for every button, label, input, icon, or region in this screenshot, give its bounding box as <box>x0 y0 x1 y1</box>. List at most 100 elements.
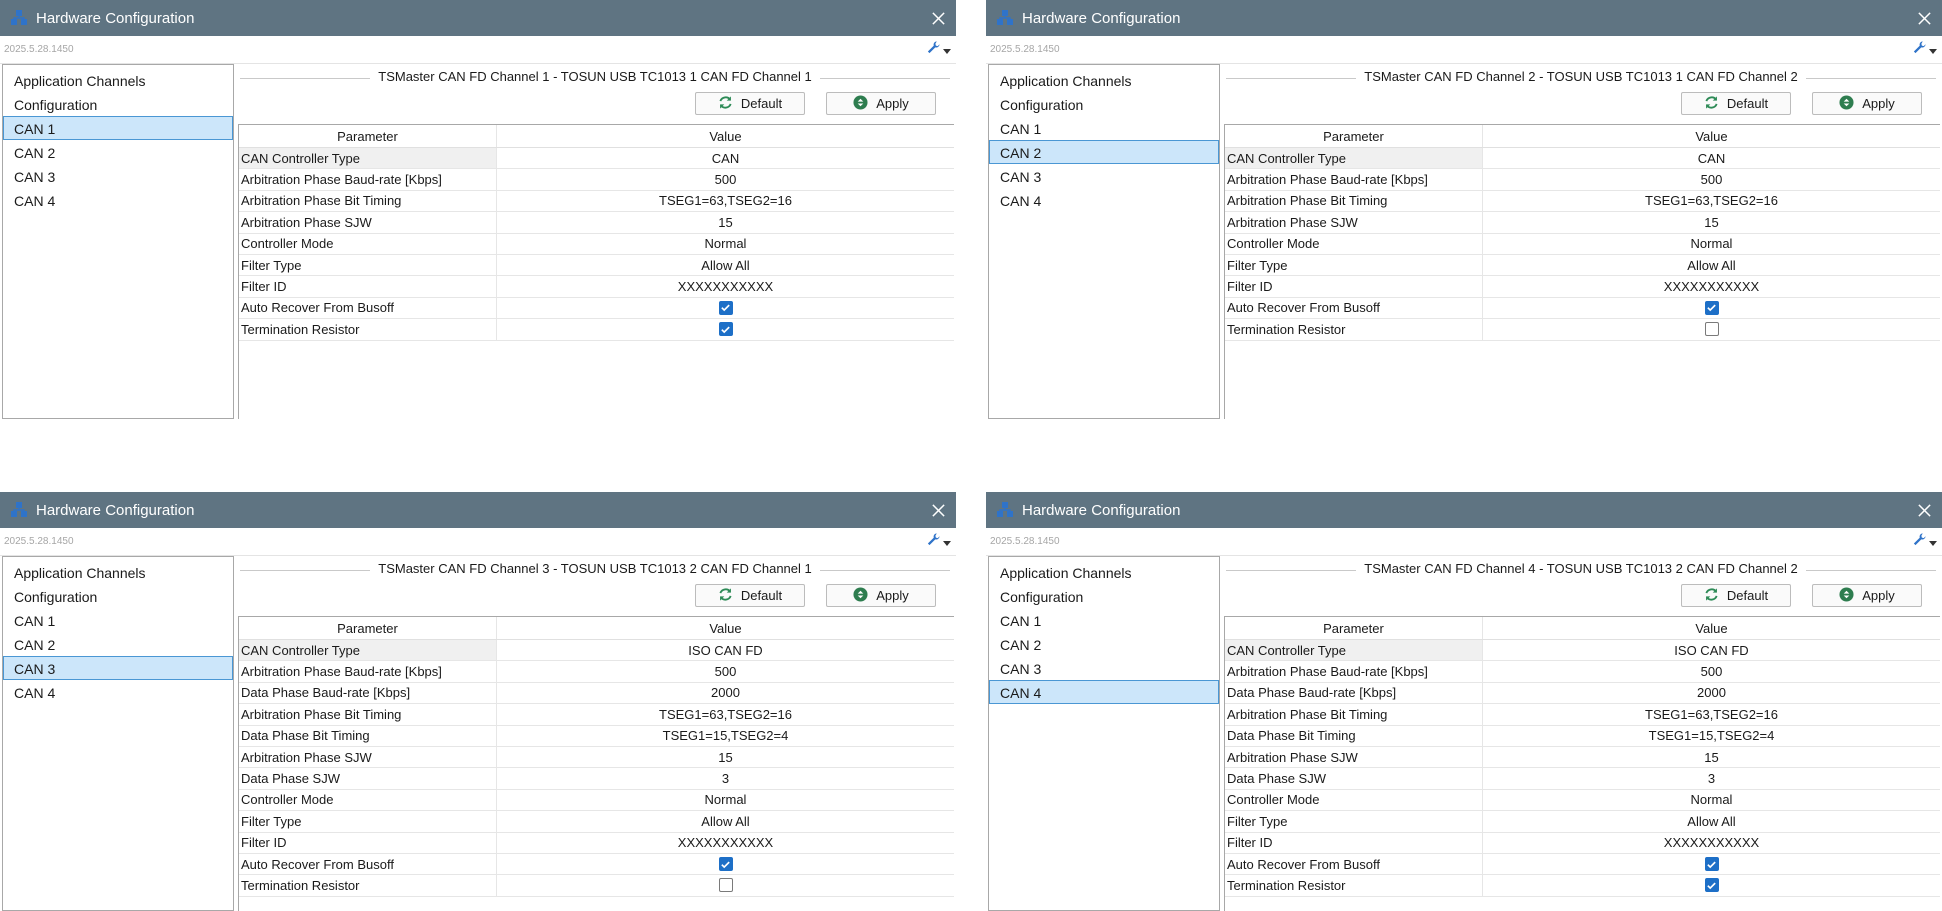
param-value[interactable]: 500 <box>497 661 954 681</box>
tree-item-can-4[interactable]: CAN 4 <box>989 188 1219 212</box>
tree-item-can-2[interactable]: CAN 2 <box>3 140 233 164</box>
param-value[interactable]: 2000 <box>497 683 954 703</box>
tree-item-application-channels[interactable]: Application Channels <box>3 68 233 92</box>
unchecked-checkbox[interactable] <box>718 878 733 893</box>
close-icon[interactable] <box>920 0 956 36</box>
param-value[interactable]: TSEG1=63,TSEG2=16 <box>497 704 954 724</box>
table-row[interactable]: Data Phase Baud-rate [Kbps] 2000 <box>1225 682 1940 705</box>
table-row[interactable]: Arbitration Phase SJW 15 <box>239 746 954 769</box>
tree-item-can-4[interactable]: CAN 4 <box>3 680 233 704</box>
tree-item-can-4[interactable]: CAN 4 <box>989 680 1219 704</box>
param-value[interactable] <box>1483 298 1940 318</box>
param-value[interactable]: XXXXXXXXXXX <box>1483 276 1940 296</box>
param-value[interactable]: Allow All <box>1483 255 1940 275</box>
checked-checkbox[interactable] <box>718 857 733 872</box>
param-value[interactable]: 3 <box>497 768 954 788</box>
param-value[interactable]: XXXXXXXXXXX <box>497 833 954 853</box>
parameter-grid[interactable]: Parameter Value CAN Controller Type CAN … <box>1224 124 1940 419</box>
close-icon[interactable] <box>1906 492 1942 528</box>
tree-item-can-3[interactable]: CAN 3 <box>3 164 233 188</box>
param-value[interactable]: TSEG1=63,TSEG2=16 <box>1483 191 1940 211</box>
param-value[interactable]: XXXXXXXXXXX <box>1483 833 1940 853</box>
table-row[interactable]: Filter ID XXXXXXXXXXX <box>1225 832 1940 854</box>
checked-checkbox[interactable] <box>718 322 733 337</box>
tree-item-can-2[interactable]: CAN 2 <box>989 140 1219 164</box>
tree-item-application-channels[interactable]: Application Channels <box>989 560 1219 584</box>
default-button[interactable]: Default <box>1681 584 1791 607</box>
table-row[interactable]: Filter ID XXXXXXXXXXX <box>239 832 954 854</box>
parameter-grid[interactable]: Parameter Value CAN Controller Type ISO … <box>1224 616 1940 911</box>
tree-item-can-3[interactable]: CAN 3 <box>3 656 233 680</box>
table-row[interactable]: Arbitration Phase SJW 15 <box>1225 746 1940 769</box>
table-row[interactable]: Arbitration Phase SJW 15 <box>1225 212 1940 234</box>
tree-item-configuration[interactable]: Configuration <box>3 92 233 116</box>
apply-button[interactable]: Apply <box>826 92 936 115</box>
param-value[interactable] <box>1483 854 1940 874</box>
tree-item-configuration[interactable]: Configuration <box>989 584 1219 608</box>
parameter-grid[interactable]: Parameter Value CAN Controller Type ISO … <box>238 616 954 911</box>
column-header-value[interactable]: Value <box>497 617 954 639</box>
param-value[interactable] <box>497 319 954 339</box>
tools-menu-button[interactable] <box>1906 530 1942 554</box>
checked-checkbox[interactable] <box>1704 300 1719 315</box>
apply-button[interactable]: Apply <box>826 584 936 607</box>
param-value[interactable]: Normal <box>1483 790 1940 810</box>
column-header-parameter[interactable]: Parameter <box>1225 617 1483 639</box>
table-row[interactable]: Arbitration Phase Baud-rate [Kbps] 500 <box>1225 169 1940 191</box>
column-header-parameter[interactable]: Parameter <box>239 617 497 639</box>
table-row[interactable]: CAN Controller Type CAN <box>239 148 954 170</box>
tree-item-can-1[interactable]: CAN 1 <box>3 608 233 632</box>
param-value[interactable]: Allow All <box>497 811 954 831</box>
param-value[interactable] <box>497 298 954 318</box>
table-row[interactable]: Arbitration Phase Baud-rate [Kbps] 500 <box>239 661 954 683</box>
tree-item-configuration[interactable]: Configuration <box>989 92 1219 116</box>
param-value[interactable]: Normal <box>497 790 954 810</box>
table-row[interactable]: CAN Controller Type ISO CAN FD <box>1225 640 1940 662</box>
table-row[interactable]: Filter ID XXXXXXXXXXX <box>239 276 954 298</box>
checked-checkbox[interactable] <box>1704 857 1719 872</box>
param-value[interactable]: Normal <box>497 234 954 254</box>
tree-item-can-2[interactable]: CAN 2 <box>989 632 1219 656</box>
tools-menu-button[interactable] <box>920 38 956 62</box>
tree-item-can-4[interactable]: CAN 4 <box>3 188 233 212</box>
table-row[interactable]: Arbitration Phase Bit Timing TSEG1=63,TS… <box>239 190 954 213</box>
param-value[interactable]: ISO CAN FD <box>1483 640 1940 660</box>
table-row[interactable]: Data Phase SJW 3 <box>239 768 954 790</box>
table-row[interactable]: CAN Controller Type ISO CAN FD <box>239 640 954 662</box>
tree-item-configuration[interactable]: Configuration <box>3 584 233 608</box>
default-button[interactable]: Default <box>695 584 805 607</box>
table-row[interactable]: Filter Type Allow All <box>239 254 954 277</box>
table-row[interactable]: Arbitration Phase Baud-rate [Kbps] 500 <box>239 169 954 191</box>
param-value[interactable]: TSEG1=63,TSEG2=16 <box>1483 704 1940 724</box>
tools-menu-button[interactable] <box>1906 38 1942 62</box>
tree-item-can-1[interactable]: CAN 1 <box>3 116 233 140</box>
param-value[interactable]: 3 <box>1483 768 1940 788</box>
checked-checkbox[interactable] <box>1704 878 1719 893</box>
tree-item-can-2[interactable]: CAN 2 <box>3 632 233 656</box>
table-row[interactable]: Termination Resistor <box>1225 319 1940 341</box>
default-button[interactable]: Default <box>695 92 805 115</box>
column-header-value[interactable]: Value <box>497 125 954 147</box>
column-header-value[interactable]: Value <box>1483 617 1940 639</box>
close-icon[interactable] <box>1906 0 1942 36</box>
table-row[interactable]: Arbitration Phase SJW 15 <box>239 212 954 234</box>
table-row[interactable]: Filter Type Allow All <box>239 811 954 833</box>
apply-button[interactable]: Apply <box>1812 92 1922 115</box>
table-row[interactable]: Auto Recover From Busoff <box>1225 853 1940 876</box>
parameter-grid[interactable]: Parameter Value CAN Controller Type CAN … <box>238 124 954 419</box>
channel-tree[interactable]: Application Channels Configuration CAN 1 CA… <box>988 556 1220 911</box>
channel-tree[interactable]: Application Channels Configuration CAN 1 CA… <box>2 64 234 419</box>
tree-item-application-channels[interactable]: Application Channels <box>989 68 1219 92</box>
table-row[interactable]: Controller Mode Normal <box>239 789 954 812</box>
table-row[interactable]: Arbitration Phase Bit Timing TSEG1=63,TS… <box>1225 704 1940 726</box>
apply-button[interactable]: Apply <box>1812 584 1922 607</box>
param-value[interactable]: 15 <box>1483 212 1940 232</box>
param-value[interactable] <box>497 875 954 895</box>
table-row[interactable]: Termination Resistor <box>239 319 954 341</box>
param-value[interactable]: Allow All <box>1483 811 1940 831</box>
table-row[interactable]: Data Phase Baud-rate [Kbps] 2000 <box>239 682 954 705</box>
param-value[interactable]: XXXXXXXXXXX <box>497 276 954 296</box>
param-value[interactable] <box>1483 319 1940 339</box>
table-row[interactable]: Arbitration Phase Bit Timing TSEG1=63,TS… <box>1225 190 1940 213</box>
param-value[interactable]: 500 <box>1483 169 1940 189</box>
